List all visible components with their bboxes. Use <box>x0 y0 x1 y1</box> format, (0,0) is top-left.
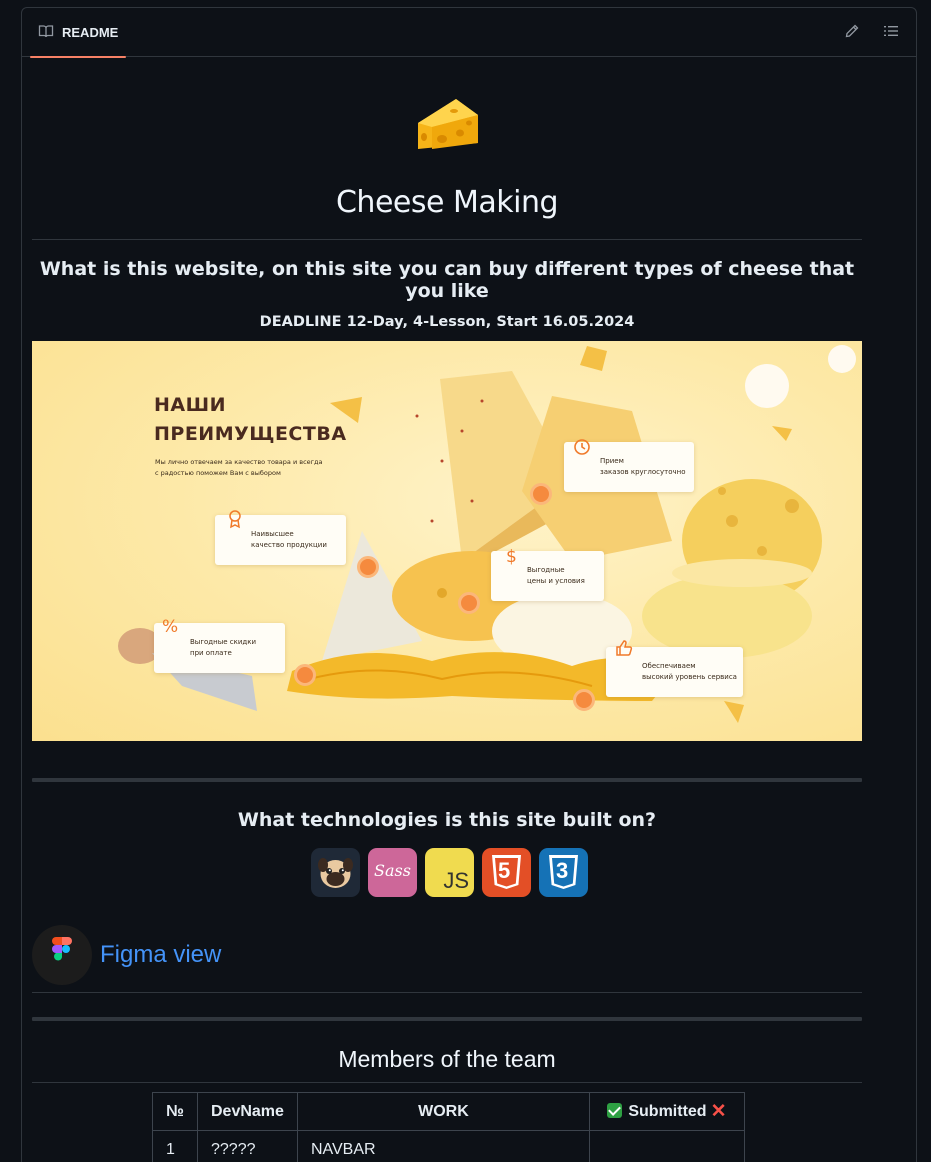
cell-number: 1 <box>152 1130 198 1162</box>
thumbs-up-icon <box>615 639 633 661</box>
page-title: Cheese Making <box>335 185 559 220</box>
table-row: 1 ????? NAVBAR <box>152 1130 745 1162</box>
tab-readme[interactable]: README <box>30 8 127 58</box>
figma-divider <box>32 992 862 993</box>
banner-desc-line1: Мы лично отвечаем за качество товара и в… <box>155 458 323 466</box>
table-header-row: № DevName WORK Submitted ✕ <box>152 1092 745 1131</box>
book-icon <box>38 23 54 43</box>
percent-icon: % <box>162 617 179 637</box>
card-line: Прием <box>600 457 624 465</box>
award-icon <box>228 509 242 533</box>
figma-icon[interactable] <box>32 925 92 985</box>
card-line: высокий уровень сервиса <box>642 673 737 681</box>
html5-icon[interactable]: 5 <box>482 848 531 897</box>
section-divider <box>32 1017 862 1021</box>
banner-marker <box>458 592 480 614</box>
banner-heading-line2: ПРЕИМУЩЕСТВА <box>154 423 347 445</box>
deadline-text: DEADLINE 12-Day, 4-Lesson, Start 16.05.2… <box>259 314 635 330</box>
css3-icon[interactable]: 3 <box>539 848 588 897</box>
cell-submitted <box>588 1130 745 1162</box>
figma-row: Figma view <box>32 925 221 985</box>
section-divider <box>32 778 862 782</box>
card-line: при оплате <box>190 649 232 657</box>
col-devname: DevName <box>197 1092 298 1131</box>
team-table: № DevName WORK Submitted ✕ 1 ????? NAVBAR <box>152 1092 745 1162</box>
pug-icon[interactable] <box>311 848 360 897</box>
card-line: Обеспечиваем <box>642 662 696 670</box>
banner-desc-line2: с радостью поможем Вам с выбором <box>155 469 281 477</box>
figma-link[interactable]: Figma view <box>100 941 221 969</box>
cell-work: NAVBAR <box>296 1130 590 1162</box>
javascript-icon[interactable]: JS <box>425 848 474 897</box>
outline-button[interactable] <box>879 21 903 45</box>
members-heading: Members of the team <box>338 1046 556 1072</box>
banner-marker <box>294 664 316 686</box>
banner-marker <box>357 556 379 578</box>
check-icon <box>607 1103 623 1118</box>
list-icon <box>883 23 899 43</box>
css3-label: 3 <box>556 858 569 883</box>
edit-button[interactable] <box>840 21 864 45</box>
card-line: Выгодные <box>527 566 565 574</box>
html5-label: 5 <box>498 858 511 883</box>
tab-label: README <box>62 25 119 40</box>
banner-description: Мы лично отвечаем за качество товара и в… <box>155 457 355 479</box>
card-line: Выгодные скидки <box>190 638 257 646</box>
tech-icons-row: Sass JS 5 3 <box>311 848 588 897</box>
banner-heading-line1: НАШИ <box>154 394 226 416</box>
card-line: Наивысшее <box>251 530 294 538</box>
card-line: цены и условия <box>527 577 585 585</box>
javascript-label: JS <box>443 868 469 893</box>
col-number: № <box>152 1092 198 1131</box>
card-line: заказов круглосуточно <box>600 468 686 476</box>
readme-header: README <box>22 8 916 58</box>
card-line: качество продукции <box>251 541 327 549</box>
cross-icon: ✕ <box>710 1101 727 1122</box>
tech-heading: What technologies is this site built on? <box>237 809 657 831</box>
dollar-icon: $ <box>506 547 517 567</box>
sass-icon[interactable]: Sass <box>368 848 417 897</box>
clock-icon <box>573 438 591 460</box>
title-divider <box>32 239 862 240</box>
col-work: WORK <box>296 1092 590 1131</box>
pencil-icon <box>844 23 860 43</box>
sass-label: Sass <box>374 861 411 880</box>
cell-devname: ????? <box>197 1130 298 1162</box>
banner-marker <box>573 689 595 711</box>
col-submitted: Submitted ✕ <box>588 1092 745 1131</box>
submitted-label: Submitted <box>628 1103 707 1120</box>
banner-heading: НАШИ ПРЕИМУЩЕСТВА <box>154 391 347 449</box>
banner-marker <box>530 483 552 505</box>
banner-image: НАШИ ПРЕИМУЩЕСТВА Мы лично отвечаем за к… <box>32 341 862 741</box>
site-description: What is this website, on this site you c… <box>39 258 855 302</box>
members-divider <box>32 1082 862 1083</box>
cheese-icon <box>412 93 482 159</box>
